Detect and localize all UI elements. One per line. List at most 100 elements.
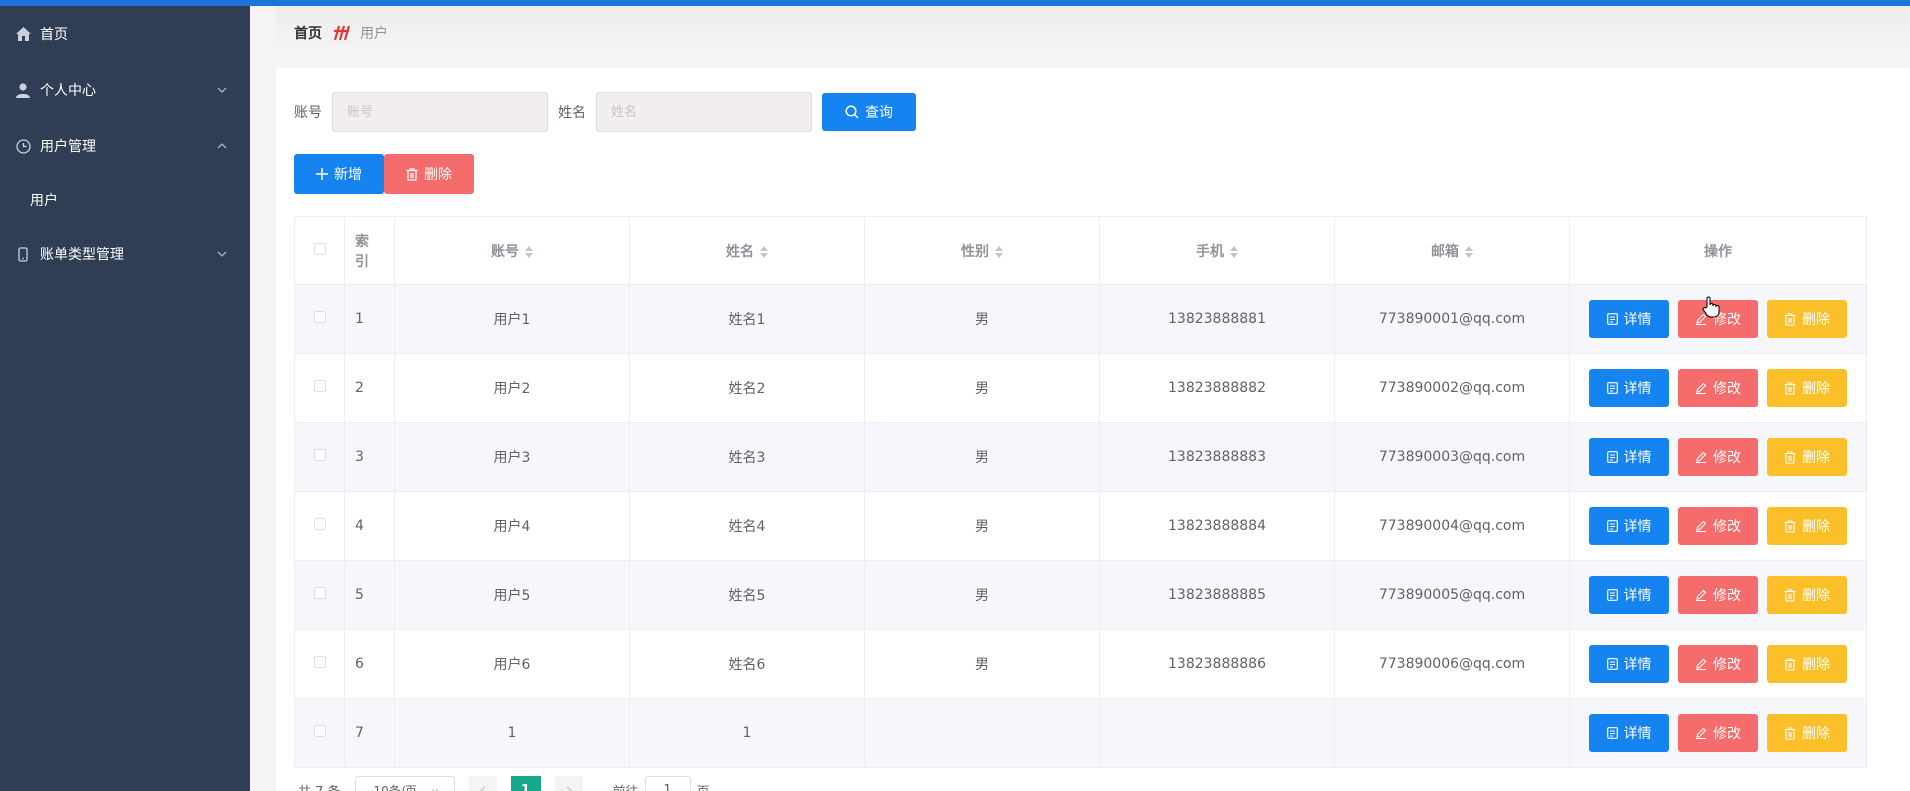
row-checkbox[interactable] <box>313 587 326 599</box>
clock-icon <box>14 137 32 155</box>
delete-button[interactable]: 删除 <box>1767 369 1847 407</box>
delete-button[interactable]: 删除 <box>1767 645 1847 683</box>
user-icon <box>14 81 32 99</box>
sidebar-subitem-users[interactable]: 用户 <box>0 174 250 226</box>
name-header[interactable]: 姓名 <box>629 216 865 285</box>
account-cell: 用户3 <box>394 422 630 492</box>
name-search-input[interactable] <box>596 92 812 132</box>
ops-cell: 详情 修改 删除 <box>1569 422 1867 492</box>
detail-button[interactable]: 详情 <box>1589 300 1669 338</box>
index-cell: 1 <box>344 284 395 354</box>
batch-delete-button[interactable]: 删除 <box>384 154 474 194</box>
query-button-label: 查询 <box>865 105 893 121</box>
sort-icon[interactable] <box>525 245 533 258</box>
sort-icon[interactable] <box>995 245 1003 258</box>
account-label: 账号 <box>294 105 322 121</box>
detail-button-label: 详情 <box>1623 450 1652 466</box>
detail-button[interactable]: 详情 <box>1589 576 1669 614</box>
detail-button[interactable]: 详情 <box>1589 369 1669 407</box>
ops-cell: 详情 修改 删除 <box>1569 560 1867 630</box>
delete-button[interactable]: 删除 <box>1767 576 1847 614</box>
breadcrumb-home[interactable]: 首页 <box>294 23 322 43</box>
content-panel: 账号 姓名 查询 新增 删除 <box>276 68 1910 791</box>
detail-button[interactable]: 详情 <box>1589 645 1669 683</box>
account-search-input[interactable] <box>332 92 548 132</box>
row-checkbox[interactable] <box>313 725 326 737</box>
gender-header[interactable]: 性别 <box>864 216 1100 285</box>
phone-cell: 13823888884 <box>1099 491 1335 561</box>
name-cell: 姓名5 <box>629 560 865 630</box>
email-cell: 773890001@qq.com <box>1334 284 1570 354</box>
trash-icon <box>1784 450 1796 464</box>
row-checkbox[interactable] <box>313 656 326 668</box>
page-size-select[interactable]: 10条/页 <box>354 776 455 791</box>
detail-button-label: 详情 <box>1623 588 1652 604</box>
edit-icon <box>1695 658 1707 670</box>
ops-cell: 详情 修改 删除 <box>1569 353 1867 423</box>
sidebar-item-label: 用户 <box>30 193 58 209</box>
row-checkbox[interactable] <box>313 380 326 392</box>
row-checkbox[interactable] <box>313 311 326 323</box>
gender-cell: 男 <box>864 284 1100 354</box>
email-cell: 773890004@qq.com <box>1334 491 1570 561</box>
phone-header[interactable]: 手机 <box>1099 216 1335 285</box>
sort-icon[interactable] <box>1465 245 1473 258</box>
goto-page-input[interactable]: 1 <box>644 776 691 791</box>
delete-button[interactable]: 删除 <box>1767 714 1847 752</box>
trash-icon <box>1784 657 1796 671</box>
row-checkbox[interactable] <box>313 518 326 530</box>
edit-button[interactable]: 修改 <box>1678 438 1758 476</box>
delete-button-label: 删除 <box>1802 519 1830 535</box>
account-header[interactable]: 账号 <box>394 216 630 285</box>
add-button[interactable]: 新增 <box>294 154 384 194</box>
edit-button[interactable]: 修改 <box>1678 369 1758 407</box>
document-icon <box>1606 382 1618 394</box>
delete-button[interactable]: 删除 <box>1767 507 1847 545</box>
row-checkbox[interactable] <box>313 449 326 461</box>
delete-button[interactable]: 删除 <box>1767 300 1847 338</box>
gender-cell: 男 <box>864 491 1100 561</box>
phone-cell: 13823888885 <box>1099 560 1335 630</box>
edit-button-label: 修改 <box>1713 381 1741 397</box>
ops-cell: 详情 修改 删除 <box>1569 491 1867 561</box>
sidebar-item-bill-type-management[interactable]: 账单类型管理 <box>0 226 250 282</box>
edit-button[interactable]: 修改 <box>1678 714 1758 752</box>
trash-icon <box>1784 312 1796 326</box>
trash-icon <box>1784 726 1796 740</box>
delete-button-label: 删除 <box>1802 312 1830 328</box>
detail-button[interactable]: 详情 <box>1589 507 1669 545</box>
query-button[interactable]: 查询 <box>822 93 916 131</box>
trash-icon <box>1784 588 1796 602</box>
edit-button[interactable]: 修改 <box>1678 576 1758 614</box>
detail-button-label: 详情 <box>1623 519 1652 535</box>
detail-button[interactable]: 详情 <box>1589 714 1669 752</box>
select-all-checkbox[interactable] <box>313 242 326 255</box>
action-bar: 新增 删除 <box>294 154 474 194</box>
page-number[interactable]: 1 <box>510 776 541 791</box>
main-content: 首页 用户 账号 姓名 查询 新增 <box>250 6 1910 791</box>
add-button-label: 新增 <box>334 167 362 183</box>
phone-cell <box>1099 698 1335 768</box>
edit-button[interactable]: 修改 <box>1678 507 1758 545</box>
table-row: 7 1 1 详情 修改 删除 <box>294 698 1867 768</box>
prev-page-button[interactable] <box>468 776 497 791</box>
table-header-row: 索引 账号 姓名 性别 手机 邮箱 操作 <box>294 216 1867 285</box>
trash-icon <box>1784 381 1796 395</box>
phone-icon <box>14 245 32 263</box>
next-page-button[interactable] <box>554 776 583 791</box>
trash-icon <box>1784 519 1796 533</box>
gender-cell: 男 <box>864 353 1100 423</box>
email-header[interactable]: 邮箱 <box>1334 216 1570 285</box>
edit-button[interactable]: 修改 <box>1678 645 1758 683</box>
delete-button[interactable]: 删除 <box>1767 438 1847 476</box>
row-select-cell <box>294 422 345 492</box>
sidebar-item-personal-center[interactable]: 个人中心 <box>0 62 250 118</box>
delete-button-label: 删除 <box>1802 726 1830 742</box>
name-cell: 姓名1 <box>629 284 865 354</box>
detail-button[interactable]: 详情 <box>1589 438 1669 476</box>
chevron-up-icon <box>216 140 228 152</box>
sidebar-item-home[interactable]: 首页 <box>0 6 250 62</box>
sort-icon[interactable] <box>760 245 768 258</box>
sort-icon[interactable] <box>1230 245 1238 258</box>
sidebar-item-user-management[interactable]: 用户管理 <box>0 118 250 174</box>
